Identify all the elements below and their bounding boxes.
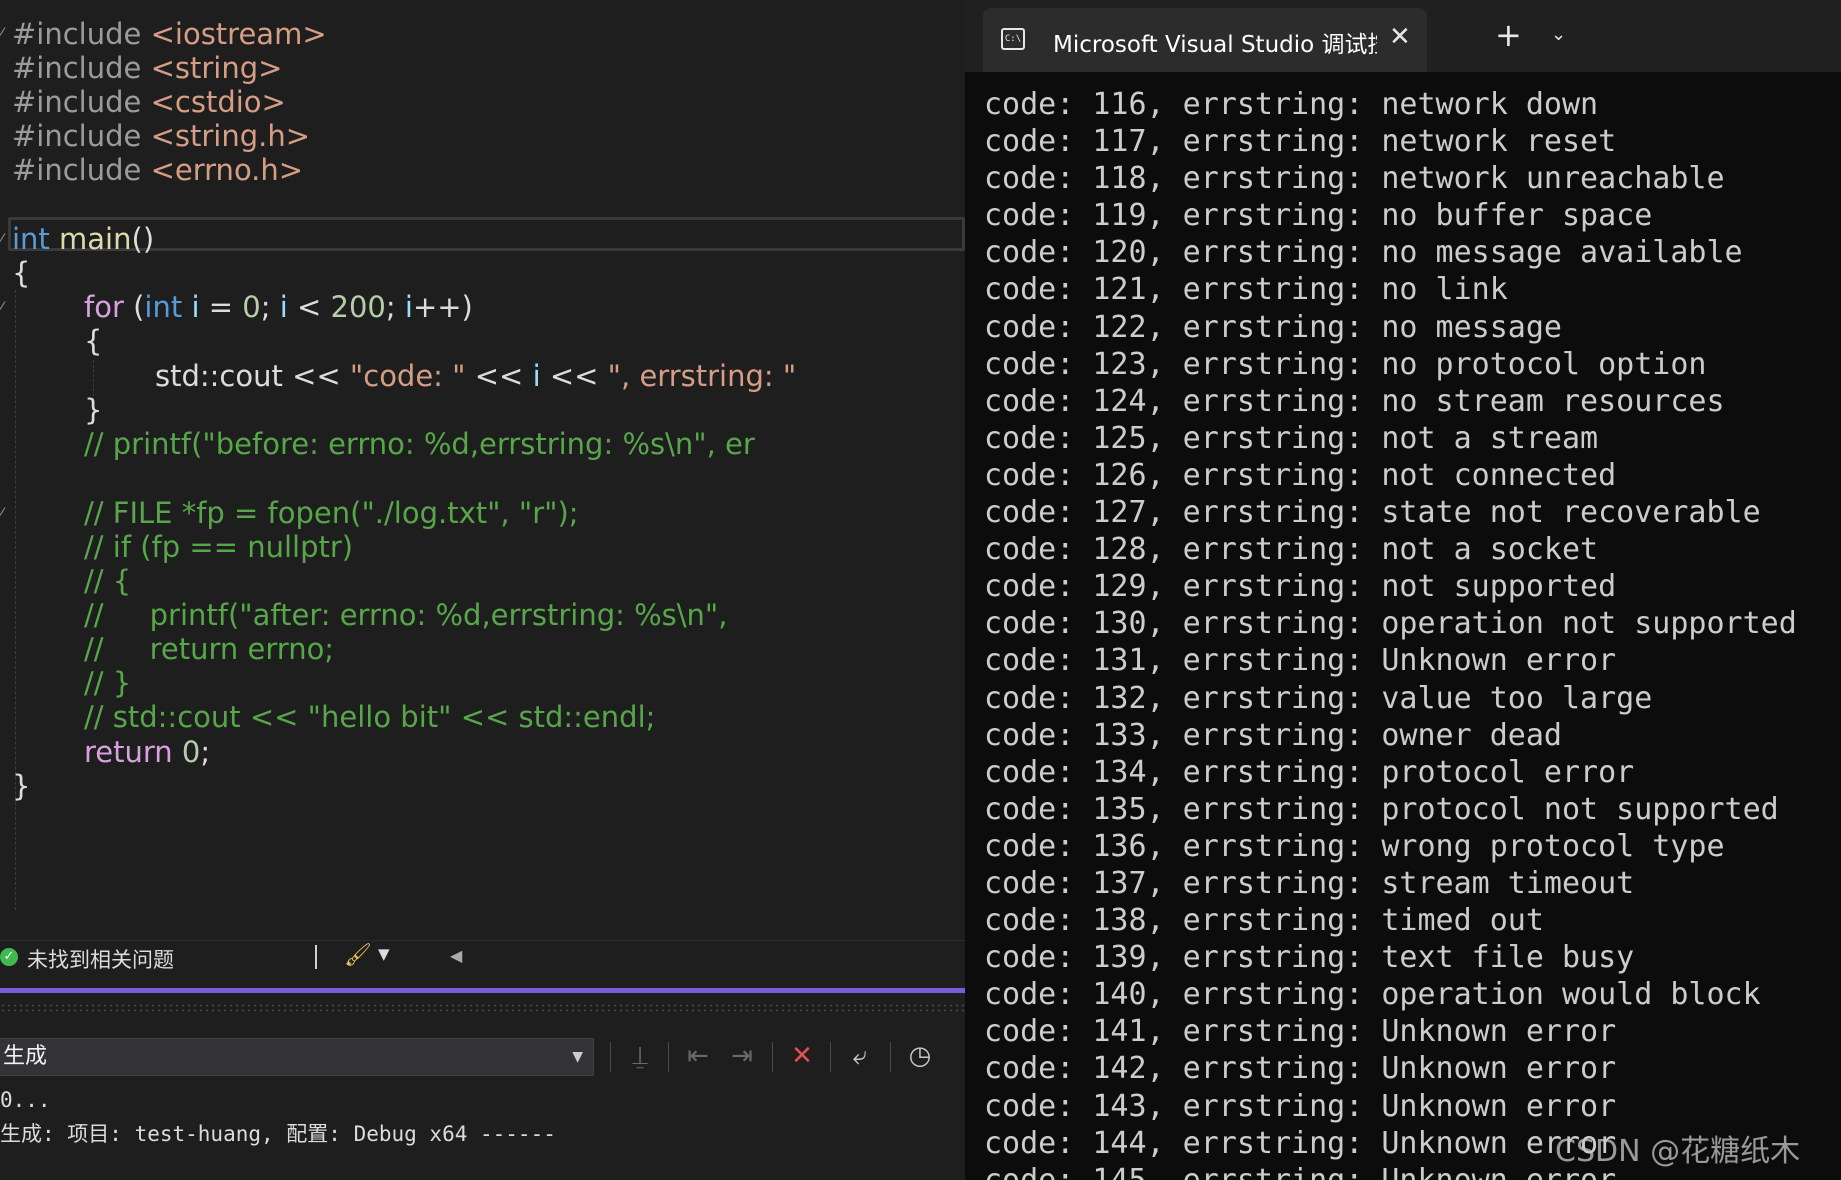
- check-circle-icon: ✓: [0, 948, 18, 966]
- terminal-tab-bar: C:\ Microsoft Visual Studio 调试控制台 ✕ + ⌄: [965, 0, 1841, 72]
- close-icon[interactable]: ✕: [1389, 22, 1411, 52]
- terminal-line: code: 119, errstring: no buffer space: [984, 198, 1653, 234]
- code-line-comment: // printf("before: errno: %d,errstring: …: [84, 427, 755, 461]
- terminal-line: code: 129, errstring: not supported: [984, 569, 1617, 605]
- prev-message-icon[interactable]: ⇤: [678, 1038, 718, 1074]
- terminal-line: code: 138, errstring: timed out: [984, 903, 1544, 939]
- panel-grip[interactable]: [0, 1003, 965, 1013]
- code-line-cout: std::cout << "code: " << i << ", errstri…: [155, 359, 797, 393]
- terminal-line: code: 140, errstring: operation would bl…: [984, 977, 1761, 1013]
- terminal-tab[interactable]: C:\ Microsoft Visual Studio 调试控制台 ✕: [983, 8, 1427, 72]
- code-line-main: int main(): [12, 222, 155, 256]
- console-icon: C:\: [1001, 28, 1025, 50]
- terminal-line: code: 139, errstring: text file busy: [984, 940, 1635, 976]
- toolbar-divider: [668, 1042, 669, 1072]
- terminal-line: code: 143, errstring: Unknown error: [984, 1088, 1617, 1124]
- terminal-line: code: 131, errstring: Unknown error: [984, 643, 1617, 679]
- terminal-line: code: 130, errstring: operation not supp…: [984, 606, 1797, 642]
- code-line-open-brace: {: [12, 256, 31, 290]
- code-line-for: for (int i = 0; i < 200; i++): [84, 290, 473, 324]
- terminal-line: code: 120, errstring: no message availab…: [984, 235, 1743, 271]
- toolbar-divider: [890, 1042, 891, 1072]
- output-source-value: 生成: [3, 1044, 48, 1069]
- next-message-icon[interactable]: ⇥: [722, 1038, 762, 1074]
- code-line-include-5: #include <errno.h>: [12, 153, 304, 187]
- clock-icon[interactable]: ◷: [900, 1038, 940, 1074]
- chevron-down-icon[interactable]: ▼: [378, 945, 390, 963]
- terminal-line: code: 125, errstring: not a stream: [984, 420, 1599, 456]
- output-line: 0...: [0, 1088, 51, 1112]
- output-source-select[interactable]: 生成 ▼: [0, 1038, 594, 1076]
- toolbar-divider: [610, 1042, 611, 1072]
- find-message-icon[interactable]: ⍊: [620, 1038, 660, 1074]
- panel-splitter[interactable]: [0, 988, 965, 993]
- terminal-line: code: 121, errstring: no link: [984, 272, 1508, 308]
- clear-all-icon[interactable]: ✕: [782, 1038, 822, 1074]
- issues-status[interactable]: 未找到相关问题: [27, 944, 174, 974]
- code-editor[interactable]: #include <iostream> #include <string> #i…: [0, 0, 965, 940]
- fold-marker-icon[interactable]: ⁄: [0, 232, 10, 248]
- output-panel: 生成 ▼ ⍊ ⇤ ⇥ ✕ ⤶ ◷ 0... 生成: 项目: test-huang…: [0, 1018, 965, 1180]
- fold-marker-icon[interactable]: ⁄: [0, 300, 10, 316]
- terminal-line: code: 122, errstring: no message: [984, 309, 1562, 345]
- fold-marker-icon[interactable]: ⁄: [0, 26, 10, 42]
- terminal-line: code: 137, errstring: stream timeout: [984, 865, 1635, 901]
- terminal-line: code: 134, errstring: protocol error: [984, 754, 1635, 790]
- fold-marker-icon[interactable]: ⁄: [0, 506, 10, 522]
- terminal-line: code: 141, errstring: Unknown error: [984, 1014, 1617, 1050]
- terminal-line: code: 136, errstring: wrong protocol typ…: [984, 828, 1725, 864]
- indent-guide: [15, 290, 16, 910]
- paintbrush-icon[interactable]: 🖌: [344, 943, 372, 968]
- code-line-return: return 0;: [84, 735, 211, 769]
- toolbar-divider: [772, 1042, 773, 1072]
- terminal-line: code: 124, errstring: no stream resource…: [984, 383, 1725, 419]
- terminal-line: code: 123, errstring: no protocol option: [984, 346, 1707, 382]
- word-wrap-icon[interactable]: ⤶: [840, 1038, 880, 1074]
- scroll-left-icon[interactable]: ◀: [450, 946, 462, 965]
- terminal-line: code: 135, errstring: protocol not suppo…: [984, 791, 1779, 827]
- status-divider: [315, 945, 317, 969]
- terminal-line: code: 133, errstring: owner dead: [984, 717, 1562, 753]
- chevron-down-icon: ▼: [572, 1049, 583, 1065]
- chevron-down-icon[interactable]: ⌄: [1551, 24, 1566, 45]
- code-line-comment: // std::cout << "hello bit" << std::endl…: [84, 700, 656, 734]
- terminal-output[interactable]: code: 116, errstring: network down code: …: [984, 86, 1797, 1180]
- watermark: CSDN @花糖纸木: [1555, 1134, 1801, 1169]
- code-line-for-open: {: [84, 324, 103, 358]
- terminal-line: code: 127, errstring: state not recovera…: [984, 495, 1761, 531]
- terminal-line: code: 126, errstring: not connected: [984, 457, 1617, 493]
- terminal-line: code: 128, errstring: not a socket: [984, 532, 1599, 568]
- new-tab-icon[interactable]: +: [1495, 16, 1522, 54]
- debug-console-window: C:\ Microsoft Visual Studio 调试控制台 ✕ + ⌄ …: [965, 0, 1841, 1180]
- code-line-close-brace: }: [12, 769, 31, 803]
- output-line: 生成: 项目: test-huang, 配置: Debug x64 ------: [0, 1122, 556, 1146]
- editor-status-bar: ✓ 未找到相关问题 🖌 ▼ ◀: [0, 940, 965, 975]
- terminal-line: code: 132, errstring: value too large: [984, 680, 1653, 716]
- terminal-line: code: 142, errstring: Unknown error: [984, 1051, 1617, 1087]
- terminal-line: code: 117, errstring: network reset: [984, 124, 1617, 160]
- terminal-line: code: 118, errstring: network unreachabl…: [984, 161, 1725, 197]
- toolbar-divider: [830, 1042, 831, 1072]
- terminal-tab-title: Microsoft Visual Studio 调试控制台: [1053, 32, 1377, 58]
- terminal-line: code: 116, errstring: network down: [984, 87, 1599, 122]
